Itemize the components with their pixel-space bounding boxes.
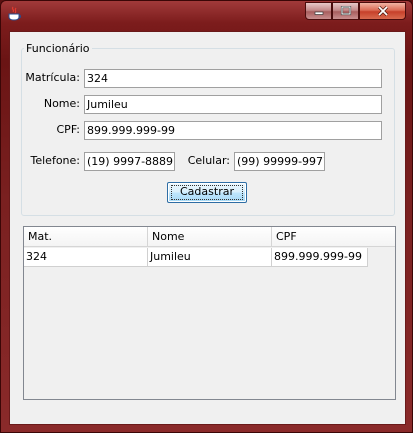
nome-label: Nome: [43,97,80,110]
table-cell-nome[interactable]: Jumileu [148,248,272,267]
column-header-cpf[interactable]: CPF [272,227,395,247]
cpf-field[interactable]: 899.999.999-99 [84,121,382,140]
table-cell-cpf[interactable]: 899.999.999-99 [272,248,368,267]
title-bar[interactable] [1,1,412,26]
nome-field[interactable]: Jumileu [84,95,382,114]
table-cell-mat[interactable]: 324 [24,248,148,267]
cadastrar-button[interactable]: Cadastrar [167,182,247,203]
maximize-icon [340,6,351,16]
funcionarios-table[interactable]: Mat. Nome CPF 324 Jumileu 899.999.999-99 [23,226,396,400]
close-button[interactable] [359,2,406,20]
maximize-button[interactable] [332,2,359,20]
client-area: Funcionário Matrícula: 324 Nome: Jumileu… [9,31,406,425]
java-cup-icon[interactable] [8,6,21,21]
celular-field[interactable]: (99) 99999-9977 [234,152,325,171]
close-icon [377,5,388,17]
minimize-button[interactable] [305,2,332,20]
celular-label: Celular: [187,154,230,167]
cadastrar-label: Cadastrar [180,185,234,198]
app-window: Funcionário Matrícula: 324 Nome: Jumileu… [0,0,413,433]
table-header: Mat. Nome CPF [24,227,395,247]
table-row[interactable]: 324 Jumileu 899.999.999-99 [24,248,368,267]
matricula-label: Matrícula: [25,71,80,84]
cpf-label: CPF: [56,123,81,136]
column-header-nome[interactable]: Nome [148,227,272,247]
group-title: Funcionário [24,42,92,55]
matricula-field[interactable]: 324 [84,69,382,88]
minimize-icon [314,11,323,15]
funcionario-groupbox: Funcionário Matrícula: 324 Nome: Jumileu… [21,42,395,216]
column-header-mat[interactable]: Mat. [24,227,148,247]
telefone-field[interactable]: (19) 9997-8889 [84,152,175,171]
telefone-label: Telefone: [30,154,81,167]
